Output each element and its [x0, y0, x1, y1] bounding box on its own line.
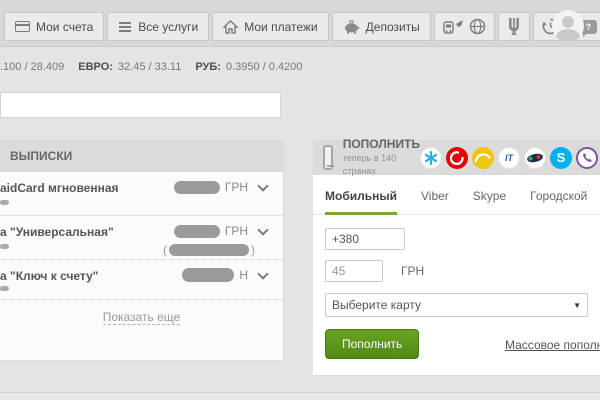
redacted-card-number [0, 200, 9, 205]
vodafone-logo [446, 147, 468, 169]
eur-label: ЕВРО: [78, 61, 113, 73]
card-name: а "Ключ к счету" [0, 268, 182, 283]
card-row[interactable]: а "Ключ к счету" Н [0, 260, 283, 300]
tab-all-services[interactable]: Все услуги [107, 12, 209, 41]
card-select-value: Выберите карту [332, 298, 421, 312]
tab-deposits[interactable]: Депозиты [332, 12, 431, 41]
state-services-button[interactable] [498, 12, 530, 41]
tab-my-payments[interactable]: Мои платежи [212, 12, 328, 41]
search-input[interactable] [0, 92, 281, 118]
lifecell-logo [472, 147, 494, 169]
phone-number-input[interactable] [325, 228, 405, 250]
redacted-card-number [0, 244, 9, 249]
tab-cityphone[interactable]: Городской [530, 189, 587, 214]
amount-input[interactable] [325, 260, 383, 282]
mobile-phone-icon [323, 145, 333, 170]
tab-mobile[interactable]: Мобильный [325, 189, 397, 215]
tab-my-accounts[interactable]: Мои счета [4, 12, 104, 41]
topup-title: ПОПОЛНИТЬ [343, 137, 420, 151]
topup-submit-button[interactable]: Пополнить [325, 329, 419, 359]
rub-label: РУБ: [195, 61, 221, 73]
tab-label: Депозиты [366, 20, 420, 34]
kyivstar-logo [420, 147, 442, 169]
bulk-topup-link[interactable]: Массовое пополнение [505, 338, 600, 352]
chevron-down-icon[interactable] [257, 224, 268, 235]
trimob-logo [524, 147, 546, 169]
currency-label: ГРН [225, 224, 248, 238]
avatar-shoulders [556, 29, 580, 42]
top-navigation-bar: Мои счета Все услуги Мои платежи Депозит… [0, 0, 600, 47]
topup-panel-header: ПОПОЛНИТЬ теперь в 140 странах IT S [313, 140, 600, 175]
card-select[interactable]: Выберите карту ▼ [325, 293, 588, 317]
travel-tickets-button[interactable] [434, 12, 495, 41]
topup-panel: ПОПОЛНИТЬ теперь в 140 странах IT S [313, 140, 600, 375]
menu-icon [118, 21, 132, 33]
redacted-balance [182, 268, 234, 282]
tab-label: Все услуги [138, 20, 198, 34]
currency-label: ГРН [225, 180, 248, 194]
amount-currency-label: ГРН [401, 264, 424, 278]
chevron-down-icon[interactable] [257, 268, 268, 279]
eur-rates: 32.45 / 33.11 [118, 61, 181, 73]
card-name: а "Универсальная" [0, 224, 174, 239]
statements-panel: ВЫПИСКИ aidCard мгновенная ГРН а "Универ… [0, 140, 283, 360]
chevron-down-icon[interactable] [257, 180, 268, 191]
card-row[interactable]: aidCard мгновенная ГРН [0, 172, 283, 216]
piggy-bank-icon [343, 20, 360, 34]
usd-rates: .100 / 28.409 [0, 61, 64, 73]
show-more-link[interactable]: Показать еще [103, 310, 180, 325]
skype-logo: S [550, 147, 572, 169]
globe-icon [469, 18, 486, 35]
trident-icon [507, 17, 521, 36]
redacted-card-number [0, 286, 9, 291]
card-name: aidCard мгновенная [0, 180, 174, 195]
card-row[interactable]: а "Универсальная" ГРН () [0, 216, 283, 260]
tab-viber[interactable]: Viber [421, 189, 449, 214]
viber-logo [576, 147, 598, 169]
tab-skype[interactable]: Skype [473, 189, 506, 214]
intertelecom-logo: IT [498, 147, 520, 169]
statements-title: ВЫПИСКИ [10, 149, 72, 163]
redacted-balance [174, 181, 220, 194]
nav-tabs: Мои счета Все услуги Мои платежи Депозит… [4, 12, 600, 41]
tab-label: Мои счета [36, 20, 93, 34]
tab-label: Мои платежи [244, 20, 317, 34]
redacted-balance [174, 225, 220, 238]
currency-rates-bar: .100 / 28.409 ЕВРО: 32.45 / 33.11 РУБ: 0.395… [0, 61, 302, 73]
select-arrow-icon: ▼ [573, 301, 581, 310]
avatar-head [562, 16, 574, 28]
statements-panel-header: ВЫПИСКИ [0, 140, 283, 172]
card-list: aidCard мгновенная ГРН а "Универсальная"… [0, 172, 283, 324]
topup-tabs: Мобильный Viber Skype Городской [313, 175, 600, 215]
show-more-row: Показать еще [0, 310, 283, 324]
currency-label: Н [239, 268, 248, 282]
topup-subtitle: теперь в 140 странах [343, 153, 396, 176]
rub-rates: 0.3950 / 0.4200 [226, 61, 302, 73]
home-icon [223, 20, 238, 34]
footer-edge [0, 392, 600, 400]
card-icon [15, 21, 30, 32]
operator-logos: IT S [420, 147, 598, 169]
redacted-secondary-balance: () [163, 243, 255, 257]
travel-tickets-icon [443, 18, 465, 36]
user-avatar[interactable] [552, 10, 584, 42]
